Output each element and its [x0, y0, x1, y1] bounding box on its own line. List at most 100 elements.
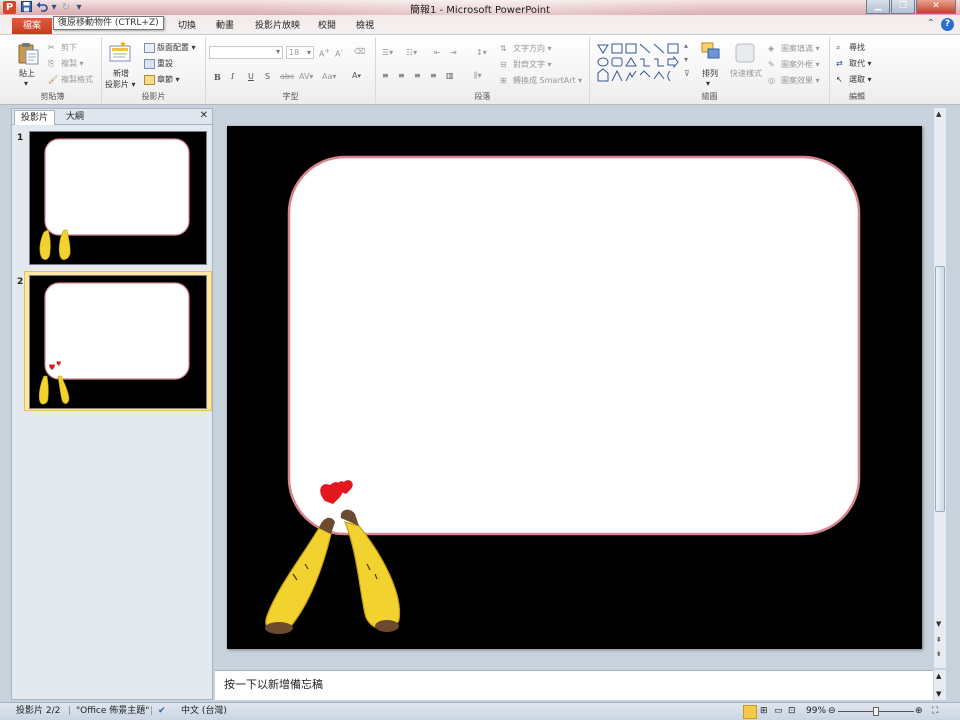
shape-effects-button[interactable]: ◎ 圖案效果 ▾ [768, 75, 820, 86]
notes-scroll-up-icon[interactable]: ▲ [936, 672, 941, 680]
replace-button[interactable]: ⇄ 取代 ▾ [836, 58, 872, 69]
section-button[interactable]: 章節 ▾ [144, 74, 180, 85]
layout-button[interactable]: 版面配置 ▾ [144, 42, 196, 53]
tab-outline[interactable]: 大綱 [60, 110, 90, 125]
increase-indent-icon[interactable]: ⇥ [450, 48, 457, 57]
decrease-indent-icon[interactable]: ⇤ [434, 48, 441, 57]
fit-to-window-icon[interactable]: ⛶ [932, 703, 938, 720]
tab-review[interactable]: 校閱 [310, 18, 344, 34]
zoom-level[interactable]: 99% [806, 703, 826, 720]
shape-outline-button[interactable]: ✎ 圖案外框 ▾ [768, 59, 820, 70]
zoom-out-icon[interactable]: ⊖ [828, 703, 836, 720]
char-spacing-icon[interactable]: AV▾ [299, 72, 313, 81]
bold-icon[interactable]: B [214, 72, 221, 82]
close-button[interactable]: ✕ [916, 0, 956, 14]
paste-dropdown-icon[interactable]: ▾ [24, 79, 28, 88]
zoom-slider-thumb[interactable] [873, 707, 879, 716]
current-slide[interactable] [227, 126, 922, 649]
underline-icon[interactable]: U [248, 72, 254, 81]
cut-button[interactable]: ✂ 剪下 [48, 42, 77, 53]
distributed-icon[interactable]: ▥ [446, 71, 454, 80]
paste-button[interactable]: 貼上 [19, 68, 35, 79]
reading-view-icon[interactable]: ▭ [774, 703, 783, 720]
columns-icon[interactable]: ⫼▾ [474, 71, 482, 81]
grow-font-icon[interactable]: A+ [319, 47, 330, 59]
bullets-icon[interactable]: ☰▾ [382, 48, 393, 57]
paragraph-group: ☰▾ ☷▾ ⇤ ⇥ ↕▾ ≡ ≡ ≡ ≡ ▥ ⫼▾ ⇅ 文字方向 ▾ ⊟ 對齊文字 … [376, 37, 590, 103]
quick-styles-icon[interactable] [734, 42, 756, 64]
smartart-button[interactable]: ⊞ 轉換成 SmartArt ▾ [500, 75, 582, 86]
tab-file[interactable]: 檔案 [12, 18, 52, 34]
shape-fill-button[interactable]: ◈ 圖案填滿 ▾ [768, 43, 820, 54]
quick-styles-button[interactable]: 快速樣式 [730, 68, 762, 79]
scrollbar-thumb[interactable] [935, 266, 945, 512]
justify-icon[interactable]: ≡ [430, 71, 437, 80]
reset-button[interactable]: 重設 [144, 58, 173, 69]
paste-icon[interactable] [16, 41, 40, 65]
font-name-combo[interactable]: ▾ [209, 46, 283, 59]
cursor-arrow-icon: ↖ [836, 74, 843, 84]
tab-transitions[interactable]: 切換 [170, 18, 204, 34]
smartart-label: 轉換成 SmartArt [513, 76, 576, 85]
text-direction-button[interactable]: ⇅ 文字方向 ▾ [500, 43, 552, 54]
notes-pane[interactable]: 按一下以新增備忘稿 [215, 670, 933, 700]
previous-slide-icon[interactable]: ⇞ [936, 636, 942, 644]
change-case-icon[interactable]: Aa▾ [322, 72, 336, 81]
shapes-scroll-up-icon[interactable]: ▴ [684, 41, 688, 50]
minimize-ribbon-icon[interactable]: ⌃ [927, 18, 935, 31]
notes-scrollbar[interactable]: ▲ ▼ [933, 670, 946, 700]
shapes-more-icon[interactable]: ⊽ [684, 69, 690, 78]
font-size-combo[interactable]: 18 ▾ [286, 46, 314, 59]
slide-thumbnail-2[interactable] [29, 275, 207, 409]
arrange-dropdown-icon[interactable]: ▾ [706, 79, 710, 88]
close-panel-icon[interactable]: ✕ [200, 110, 208, 121]
italic-icon[interactable]: I [231, 72, 234, 81]
window-controls: ▁ ❐ ✕ [866, 0, 956, 14]
line-spacing-icon[interactable]: ↕▾ [476, 48, 487, 57]
restore-button[interactable]: ❐ [891, 0, 915, 14]
arrange-icon[interactable] [700, 41, 722, 63]
find-button[interactable]: ⌕ 尋找 [836, 42, 865, 53]
numbering-icon[interactable]: ☷▾ [406, 48, 417, 57]
arrange-label: 排列 [702, 69, 718, 78]
minimize-button[interactable]: ▁ [866, 0, 890, 14]
editor-vertical-scrollbar[interactable]: ▲ ▼ ⇞ ⇟ [933, 108, 946, 668]
align-left-icon[interactable]: ≡ [382, 71, 389, 80]
language-indicator[interactable]: 中文 (台灣) [181, 703, 227, 720]
align-text-button[interactable]: ⊟ 對齊文字 ▾ [500, 59, 552, 70]
slideshow-view-icon[interactable]: ⊡ [788, 703, 796, 720]
slide-sorter-icon[interactable]: ⊞ [760, 703, 768, 720]
tab-animations[interactable]: 動畫 [208, 18, 242, 34]
tab-slideshow[interactable]: 投影片放映 [247, 18, 308, 34]
new-slide-icon[interactable] [108, 41, 132, 65]
title-bar: P ▾ ↻ ▾ 簡報1 - Microsoft PowerPoint ▁ ❐ ✕ [0, 0, 960, 16]
tab-slides[interactable]: 投影片 [14, 110, 56, 125]
shadow-icon[interactable]: S [265, 72, 270, 81]
arrange-button[interactable]: 排列 [702, 68, 718, 79]
align-center-icon[interactable]: ≡ [398, 71, 405, 80]
font-color-icon[interactable]: A▾ [352, 71, 361, 80]
shapes-gallery[interactable] [595, 41, 695, 87]
reset-icon [144, 58, 155, 69]
notes-scroll-down-icon[interactable]: ▼ [936, 690, 941, 698]
shrink-font-icon[interactable]: A- [335, 47, 343, 59]
scroll-up-arrow-icon[interactable]: ▲ [936, 110, 941, 118]
panel-tabs: 投影片 大綱 ✕ [12, 109, 212, 125]
clear-format-icon[interactable]: ⌫ [354, 47, 365, 56]
format-painter-button[interactable]: 🖌 複製格式 [48, 74, 93, 85]
new-slide-button[interactable]: 投影片 ▾ [105, 79, 136, 90]
spell-check-icon[interactable]: ✔ [158, 703, 166, 720]
zoom-in-icon[interactable]: ⊕ [915, 703, 923, 720]
normal-view-icon[interactable] [743, 705, 757, 719]
align-right-icon[interactable]: ≡ [414, 71, 421, 80]
copy-button[interactable]: ⎘ 複製 ▾ [48, 58, 84, 69]
help-icon[interactable]: ? [941, 18, 954, 31]
scroll-down-arrow-icon[interactable]: ▼ [936, 620, 941, 628]
strikethrough-icon[interactable]: abc [280, 72, 294, 81]
shapes-scroll-down-icon[interactable]: ▾ [684, 55, 688, 64]
next-slide-icon[interactable]: ⇟ [936, 650, 942, 658]
select-button[interactable]: ↖ 選取 ▾ [836, 74, 872, 85]
effects-icon: ◎ [768, 75, 775, 85]
tab-view[interactable]: 檢視 [348, 18, 382, 34]
slide-thumbnail-1[interactable] [29, 131, 207, 265]
